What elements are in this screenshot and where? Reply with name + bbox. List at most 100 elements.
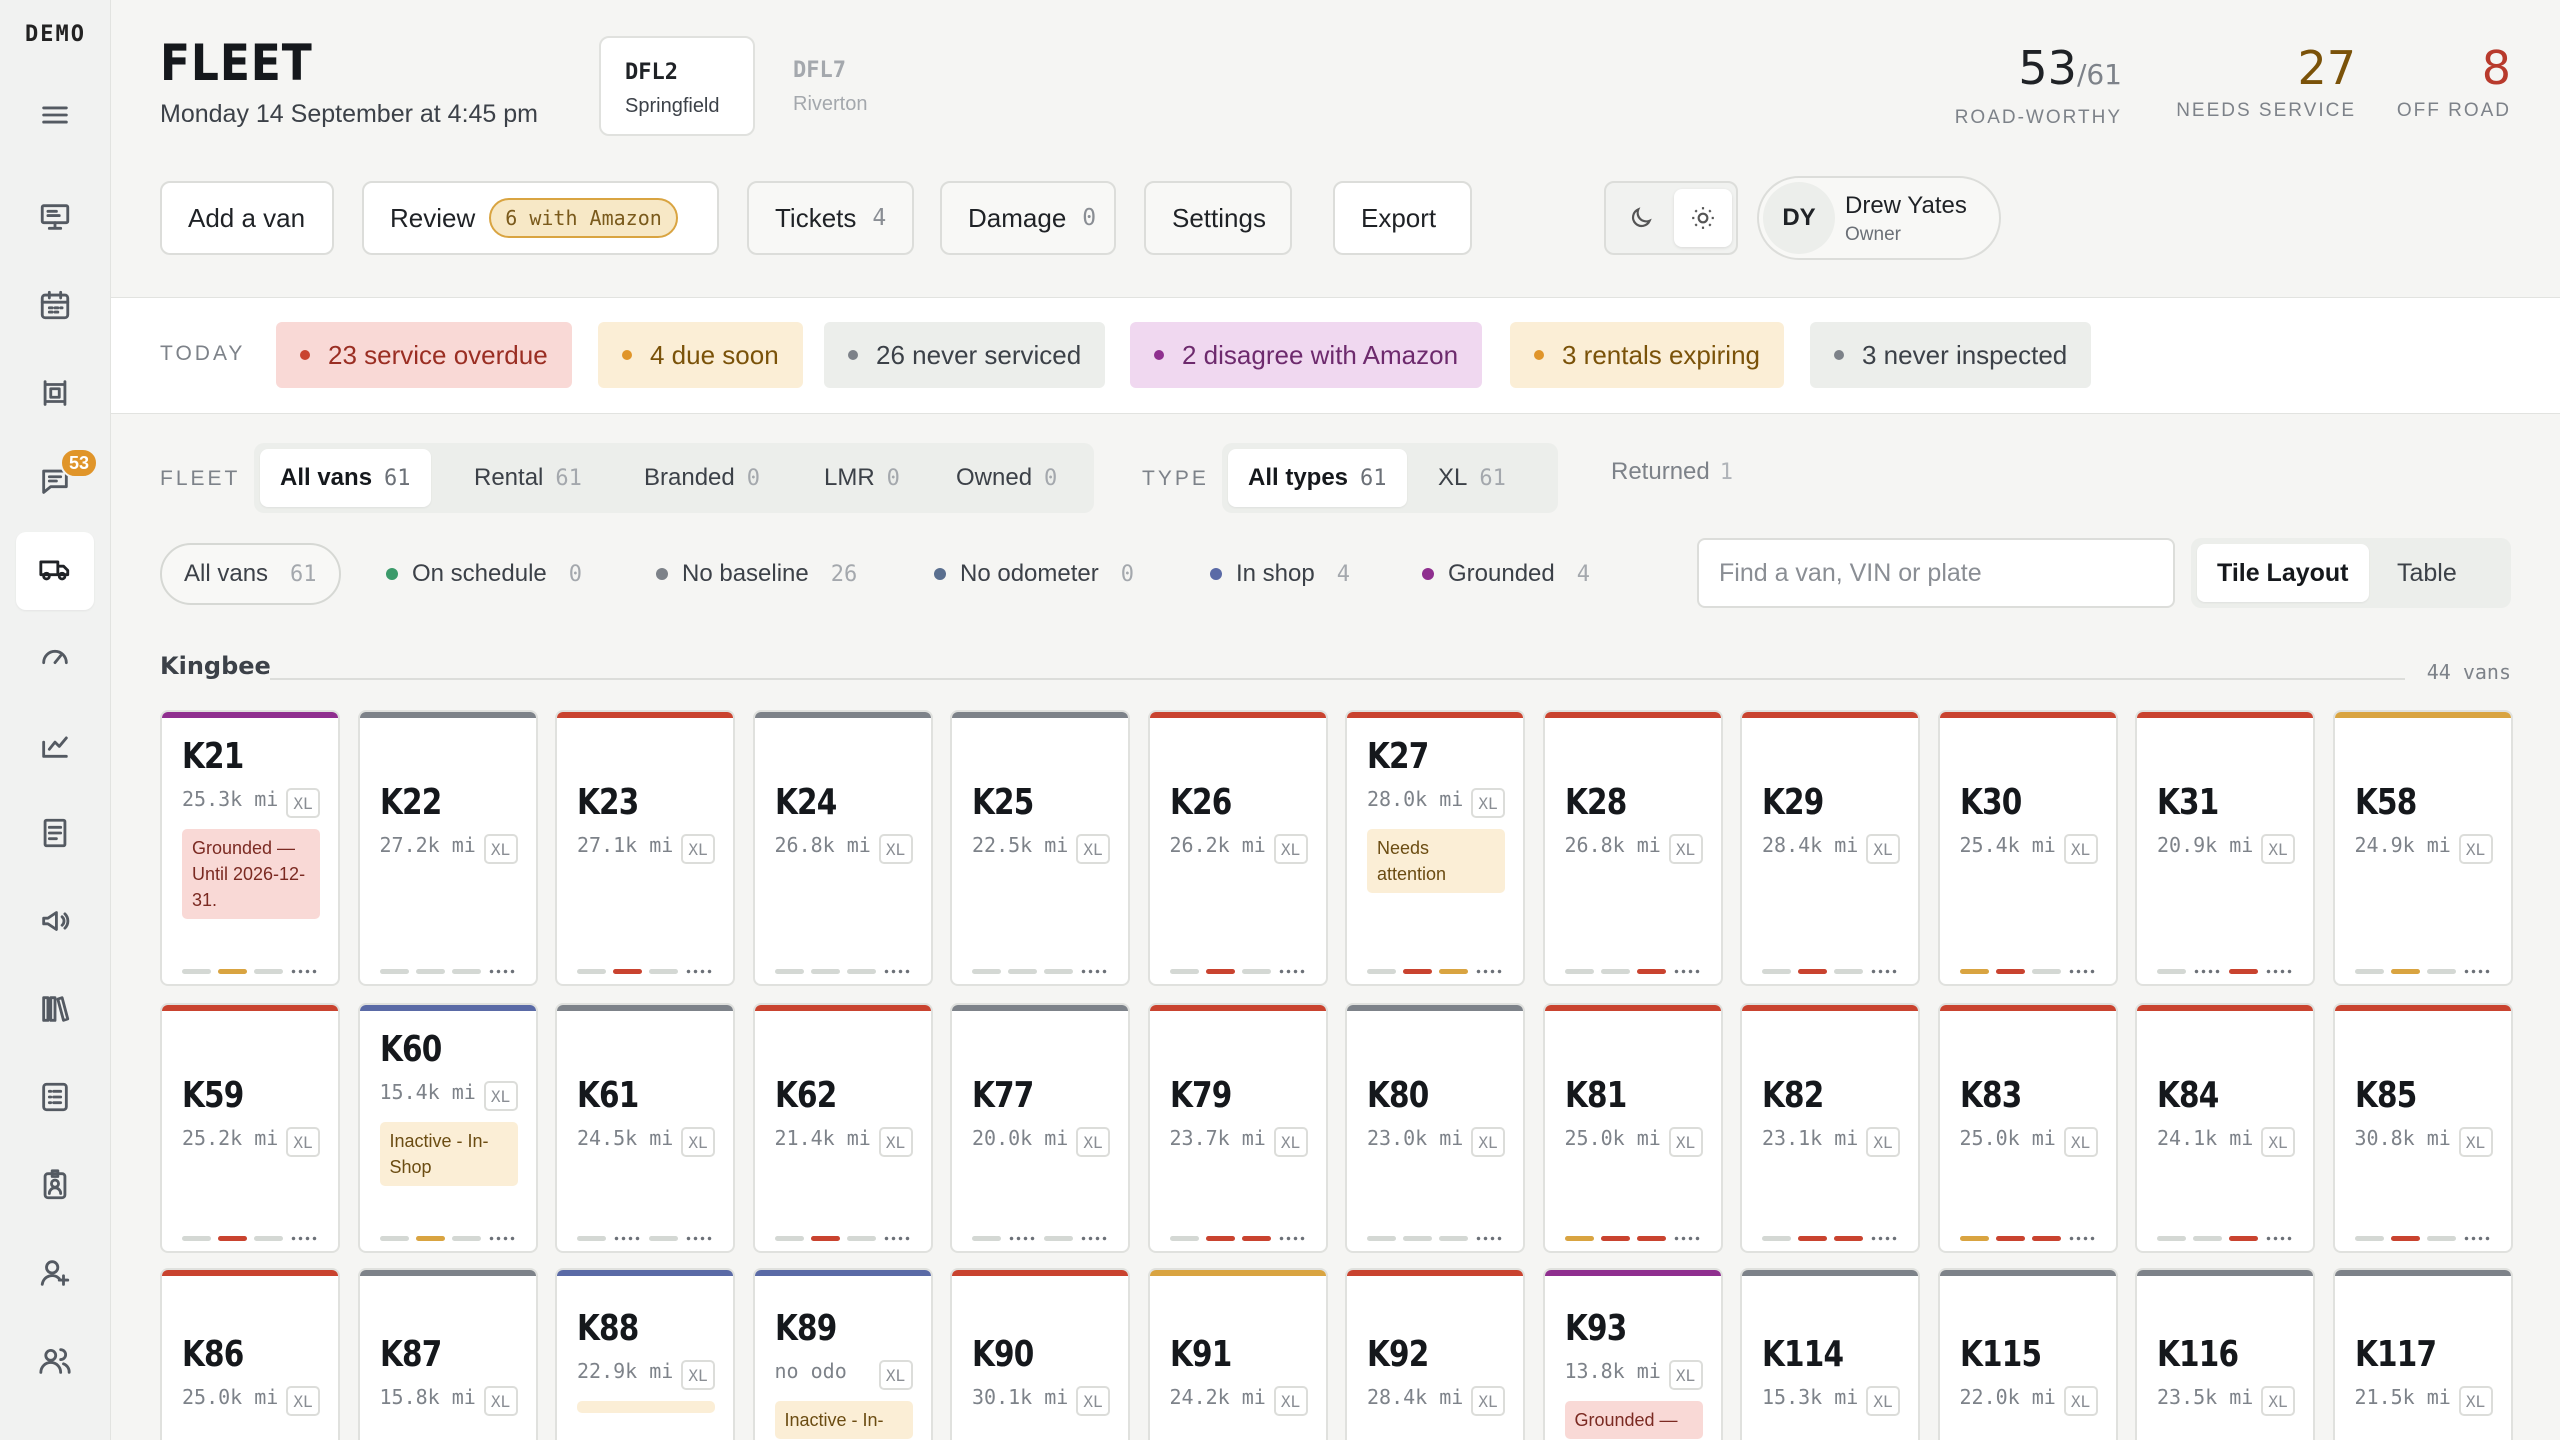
fleet-tab-all-vans[interactable]: All vans 61: [260, 449, 431, 507]
indicator-segment: [2390, 1235, 2420, 1241]
indicator-dots: [487, 968, 517, 974]
van-tile[interactable]: K29 28.4k mi XL: [1740, 710, 1920, 986]
review-button[interactable]: Review 6 with Amazon: [362, 181, 719, 255]
nav-library-item[interactable]: [16, 972, 94, 1050]
van-tile[interactable]: K91 24.2k mi XL: [1147, 1268, 1328, 1440]
van-tile[interactable]: K22 27.2k mi XL: [357, 710, 538, 986]
van-tile[interactable]: K61 24.5k mi XL: [555, 1003, 735, 1253]
van-tile[interactable]: K77 20.0k mi XL: [950, 1003, 1130, 1253]
van-tile[interactable]: K85 30.8k mi XL: [2332, 1003, 2513, 1253]
type-tab-xl[interactable]: XL 61: [1418, 449, 1526, 507]
nav-checklist-item[interactable]: [16, 1060, 94, 1138]
nav-fleet-item[interactable]: [16, 532, 94, 610]
nav-dashboard-item[interactable]: [16, 180, 94, 258]
nav-badge-item[interactable]: [16, 1148, 94, 1226]
van-tile[interactable]: K25 22.5k mi XL: [950, 710, 1130, 986]
status-filter[interactable]: No odometer 0: [934, 543, 1134, 605]
layout-tab-tile-layout[interactable]: Tile Layout: [2197, 544, 2369, 602]
nav-calendar-item[interactable]: [16, 268, 94, 346]
van-tile[interactable]: K59 25.2k mi XL: [160, 1003, 340, 1253]
alert-chip[interactable]: 3 never inspected: [1810, 322, 2092, 388]
moon-icon[interactable]: [1612, 189, 1670, 247]
station-tab-dfl7[interactable]: DFL7 Riverton: [769, 36, 925, 136]
van-tile[interactable]: K89 no odo XL Inactive - In-: [752, 1268, 933, 1440]
van-tile[interactable]: K31 20.9k mi XL: [2135, 710, 2315, 986]
indicator-dots: [290, 1235, 319, 1241]
nav-add-user-item[interactable]: [16, 1236, 94, 1314]
van-tile[interactable]: K117 21.5k mi XL: [2332, 1268, 2513, 1440]
add-van-button[interactable]: Add a van: [160, 181, 334, 255]
status-filter[interactable]: All vans 61: [160, 543, 341, 605]
van-tile[interactable]: K21 25.3k mi XL Grounded — Until 2026-12-31…: [160, 710, 340, 986]
fleet-tab-rental[interactable]: Rental 61: [454, 449, 602, 507]
van-tile[interactable]: K93 13.8k mi XL Grounded —: [1542, 1268, 1723, 1440]
van-tile[interactable]: K80 23.0k mi XL: [1345, 1003, 1525, 1253]
van-tile[interactable]: K87 15.8k mi XL: [357, 1268, 538, 1440]
van-tile[interactable]: K62 21.4k mi XL: [752, 1003, 933, 1253]
user-menu[interactable]: DY Drew Yates Owner: [1757, 176, 2001, 260]
tickets-button[interactable]: Tickets 4: [747, 181, 914, 255]
van-tile[interactable]: K79 23.7k mi XL: [1147, 1003, 1328, 1253]
van-tile[interactable]: K81 25.0k mi XL: [1542, 1003, 1723, 1253]
nav-speed-item[interactable]: [16, 620, 94, 698]
van-tile[interactable]: K58 24.9k mi XL: [2332, 710, 2513, 986]
indicator-segment: [2354, 1235, 2384, 1241]
nav-analytics-item[interactable]: [16, 708, 94, 786]
alert-chip[interactable]: 2 disagree with Amazon: [1130, 322, 1483, 388]
service-indicators: [972, 1235, 1109, 1241]
van-tile[interactable]: K27 28.0k mi XL Needs attention: [1345, 710, 1525, 986]
odometer: 28.4k mi: [1367, 1385, 1464, 1409]
nav-announce-item[interactable]: [16, 884, 94, 962]
van-tile[interactable]: K82 23.1k mi XL: [1740, 1003, 1920, 1253]
alert-chip[interactable]: 23 service overdue: [276, 322, 572, 388]
search-input[interactable]: [1697, 538, 2175, 608]
status-filter[interactable]: In shop 4: [1210, 543, 1350, 605]
status-filter[interactable]: Grounded 4: [1422, 543, 1590, 605]
filter-label: On schedule: [412, 560, 547, 587]
fleet-tab-owned[interactable]: Owned 0: [936, 449, 1077, 507]
van-tile[interactable]: K92 28.4k mi XL: [1345, 1268, 1525, 1440]
alert-chip[interactable]: 26 never serviced: [824, 322, 1106, 388]
van-tile[interactable]: K114 15.3k mi XL: [1740, 1268, 1920, 1440]
nav-menu-item[interactable]: [16, 78, 94, 156]
export-button[interactable]: Export: [1333, 181, 1472, 255]
indicator-segment: [577, 1235, 606, 1241]
van-tile[interactable]: K115 22.0k mi XL: [1937, 1268, 2118, 1440]
van-tile[interactable]: K24 26.8k mi XL: [752, 710, 933, 986]
van-tile[interactable]: K116 23.5k mi XL: [2135, 1268, 2315, 1440]
van-tile[interactable]: K26 26.2k mi XL: [1147, 710, 1328, 986]
van-tile[interactable]: K84 24.1k mi XL: [2135, 1003, 2315, 1253]
van-code: K81: [1564, 1075, 1627, 1116]
van-tile[interactable]: K23 27.1k mi XL: [555, 710, 735, 986]
alert-chip[interactable]: 3 rentals expiring: [1510, 322, 1784, 388]
theme-toggle[interactable]: [1604, 181, 1738, 255]
page-title: FLEET: [160, 34, 313, 92]
indicator-segment: [774, 1235, 804, 1241]
van-tile[interactable]: K28 26.8k mi XL: [1542, 710, 1723, 986]
van-tile[interactable]: K88 22.9k mi XL: [555, 1268, 735, 1440]
sun-icon[interactable]: [1674, 189, 1732, 247]
damage-button[interactable]: Damage 0: [940, 181, 1116, 255]
van-type-tag: XL: [878, 1127, 913, 1157]
nav-reports-item[interactable]: [16, 796, 94, 874]
nav-team-item[interactable]: [16, 1324, 94, 1402]
fleet-tab-lmr[interactable]: LMR 0: [804, 449, 920, 507]
van-tile[interactable]: K90 30.1k mi XL: [950, 1268, 1130, 1440]
settings-button[interactable]: Settings: [1144, 181, 1292, 255]
fleet-tab-branded[interactable]: Branded 0: [624, 449, 780, 507]
nav-board-item[interactable]: [16, 356, 94, 434]
type-tab-all-types[interactable]: All types 61: [1228, 449, 1407, 507]
status-filter[interactable]: No baseline 26: [656, 543, 857, 605]
station-tab-dfl2[interactable]: DFL2 Springfield: [599, 36, 755, 136]
layout-tab-table[interactable]: Table: [2377, 544, 2477, 602]
van-tile[interactable]: K30 25.4k mi XL: [1937, 710, 2118, 986]
service-indicators: [182, 968, 319, 974]
status-filter[interactable]: On schedule 0: [386, 543, 582, 605]
odometer: 27.2k mi: [379, 833, 476, 857]
van-tile[interactable]: K60 15.4k mi XL Inactive - In-Shop: [357, 1003, 538, 1253]
nav-messages-item[interactable]: 53: [16, 444, 98, 522]
returned-filter[interactable]: Returned 1: [1611, 458, 1733, 486]
alert-chip[interactable]: 4 due soon: [598, 322, 803, 388]
van-tile[interactable]: K86 25.0k mi XL: [160, 1268, 340, 1440]
van-tile[interactable]: K83 25.0k mi XL: [1937, 1003, 2118, 1253]
